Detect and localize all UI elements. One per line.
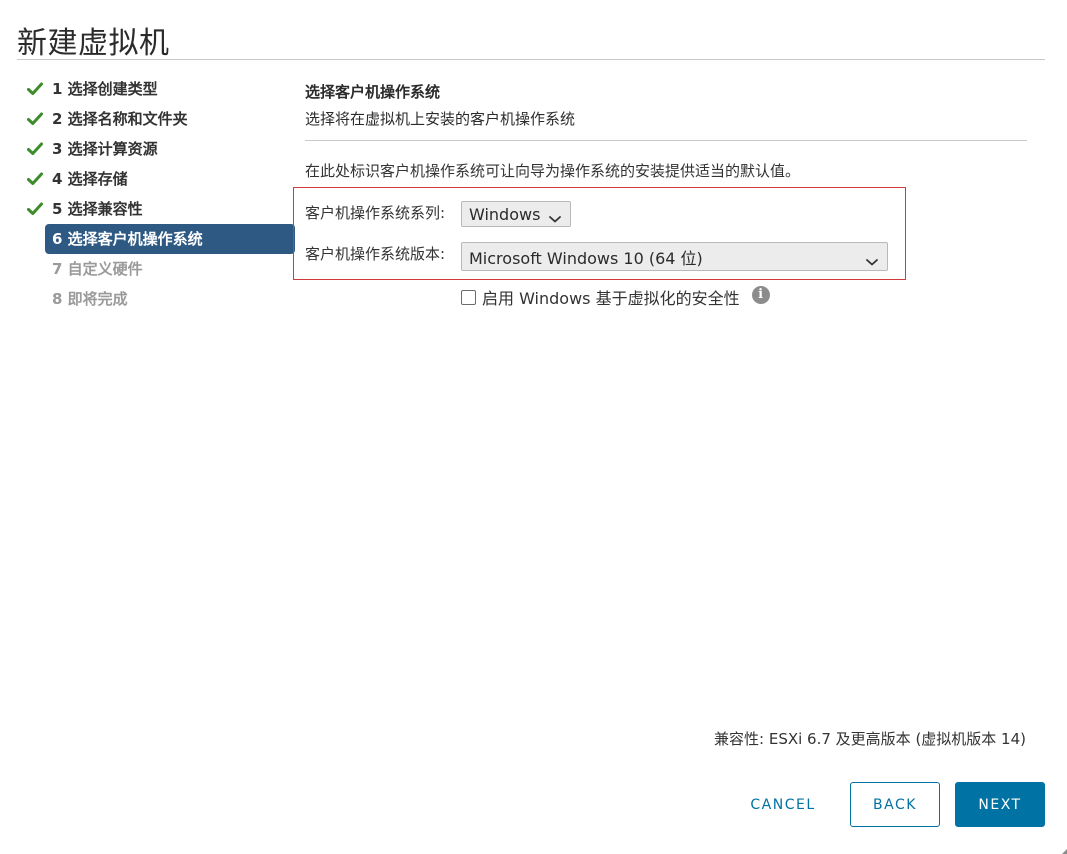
step-4[interactable]: 4 选择存储: [24, 164, 282, 194]
step-label: 8 即将完成: [52, 290, 128, 308]
os-family-value: Windows: [469, 204, 541, 224]
section-title: 选择客户机操作系统: [305, 83, 441, 101]
vbs-checkbox-label[interactable]: 启用 Windows 基于虚拟化的安全性: [482, 285, 740, 309]
step-label: 4 选择存储: [52, 170, 128, 188]
step-5[interactable]: 5 选择兼容性: [24, 194, 282, 224]
step-label: 6 选择客户机操作系统: [52, 230, 203, 248]
os-version-value: Microsoft Windows 10 (64 位): [469, 248, 703, 268]
os-version-row: 客户机操作系统版本:: [305, 243, 445, 264]
section-divider: [305, 140, 1027, 141]
os-family-label: 客户机操作系统系列:: [305, 204, 446, 222]
step-label: 2 选择名称和文件夹: [52, 110, 188, 128]
check-icon: [26, 134, 44, 164]
back-button[interactable]: BACK: [850, 782, 940, 827]
step-content: 选择客户机操作系统 选择将在虚拟机上安装的客户机操作系统 在此处标识客户机操作系…: [305, 78, 1027, 183]
dialog-title: 新建虚拟机: [17, 26, 170, 61]
os-version-select[interactable]: Microsoft Windows 10 (64 位): [461, 242, 888, 271]
step-6-active[interactable]: 6 选择客户机操作系统: [45, 224, 295, 254]
chevron-down-icon: [548, 209, 562, 223]
vbs-checkbox[interactable]: [461, 289, 476, 305]
check-icon: [26, 164, 44, 194]
next-button[interactable]: NEXT: [955, 782, 1045, 827]
vbs-option: 启用 Windows 基于虚拟化的安全性 i: [461, 285, 770, 309]
compatibility-text: 兼容性: ESXi 6.7 及更高版本 (虚拟机版本 14): [714, 730, 1026, 748]
os-family-select[interactable]: Windows: [461, 201, 571, 227]
step-label: 3 选择计算资源: [52, 140, 158, 158]
os-version-label: 客户机操作系统版本:: [305, 245, 446, 263]
os-family-row: 客户机操作系统系列:: [305, 202, 445, 223]
step-7: 7 自定义硬件: [24, 254, 282, 284]
hint-text: 在此处标识客户机操作系统可让向导为操作系统的安装提供适当的默认值。: [305, 162, 801, 180]
check-icon: [26, 104, 44, 134]
title-divider: [17, 59, 1045, 60]
cancel-button[interactable]: CANCEL: [735, 782, 831, 827]
step-3[interactable]: 3 选择计算资源: [24, 134, 282, 164]
check-icon: [26, 74, 44, 104]
wizard-steps: 1 选择创建类型 2 选择名称和文件夹 3 选择计算资源 4 选择存储 5 选择…: [24, 74, 295, 314]
step-label: 5 选择兼容性: [52, 200, 143, 218]
chevron-down-icon: [865, 252, 879, 265]
resize-grip-icon[interactable]: [1055, 842, 1067, 854]
check-icon: [26, 194, 44, 224]
step-2[interactable]: 2 选择名称和文件夹: [24, 104, 282, 134]
step-label: 1 选择创建类型: [52, 80, 158, 98]
info-icon[interactable]: i: [751, 286, 770, 304]
step-label: 7 自定义硬件: [52, 260, 143, 278]
new-vm-dialog: 新建虚拟机 1 选择创建类型 2 选择名称和文件夹 3 选择计算资源 4 选择存…: [0, 0, 1067, 854]
step-8: 8 即将完成: [24, 284, 282, 314]
section-description: 选择将在虚拟机上安装的客户机操作系统: [305, 110, 576, 128]
step-1[interactable]: 1 选择创建类型: [24, 74, 282, 104]
